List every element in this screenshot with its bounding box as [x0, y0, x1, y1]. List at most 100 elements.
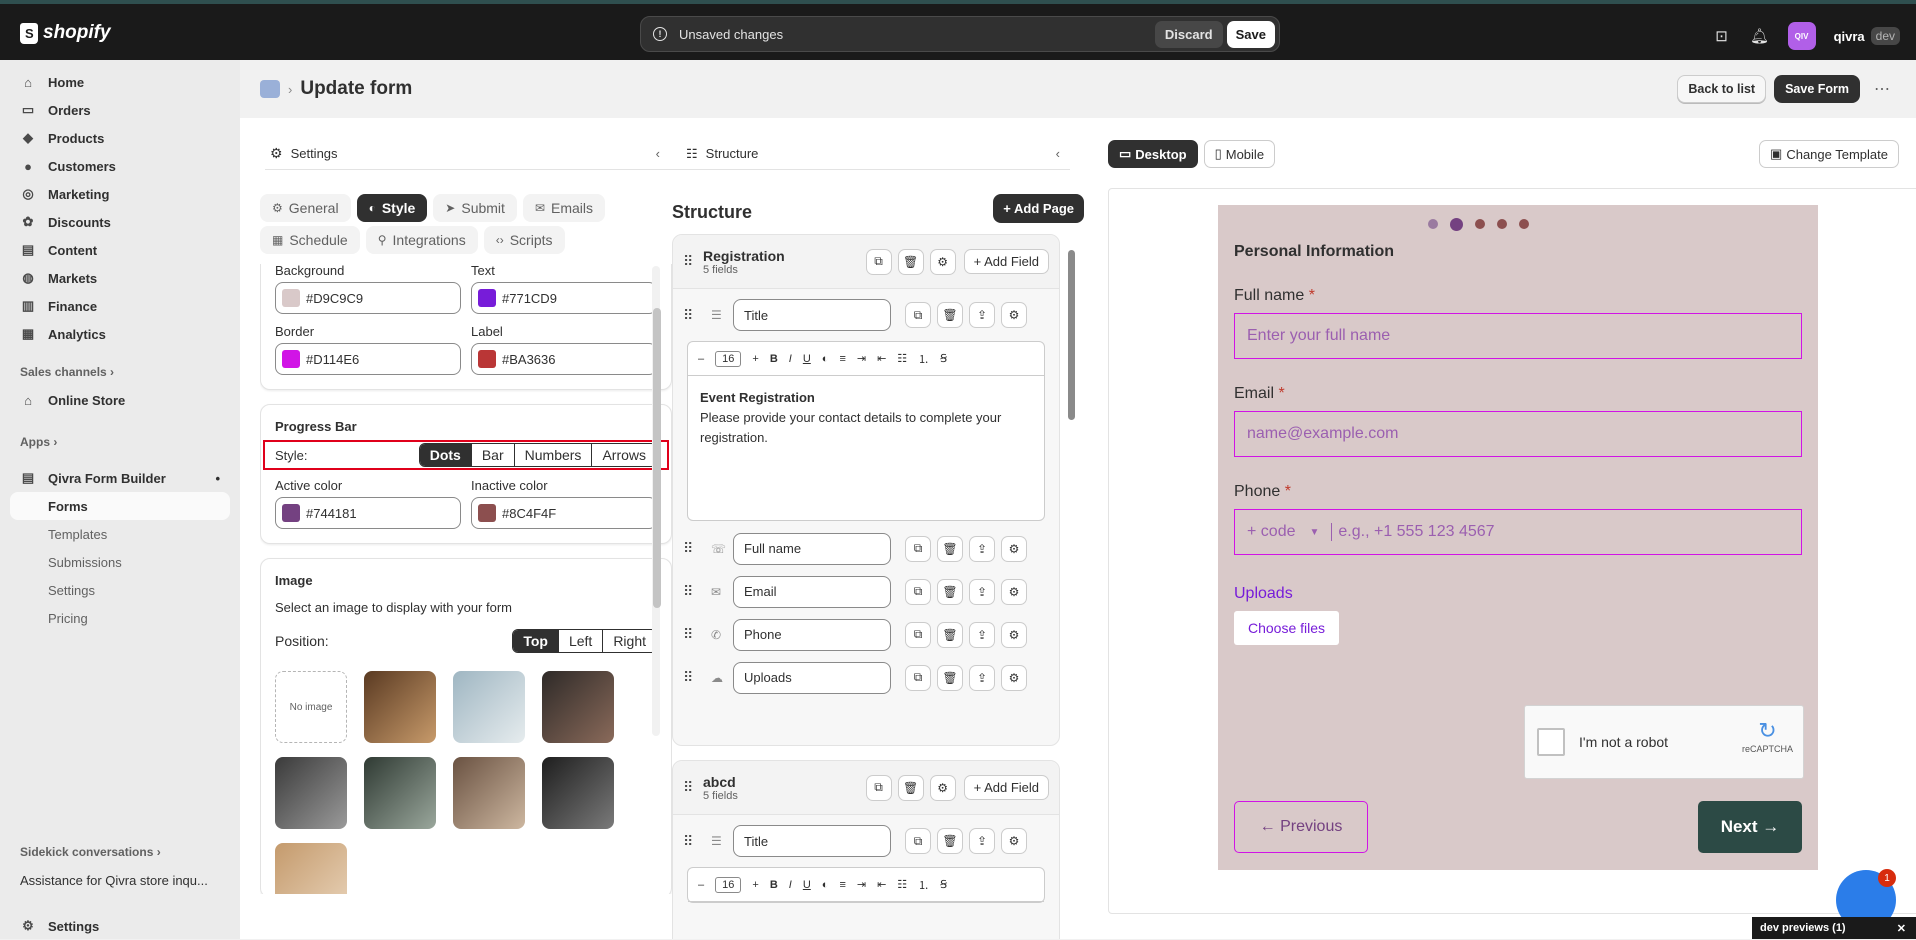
discard-button[interactable]: Discard [1154, 20, 1223, 48]
text-color-field[interactable]: #771CD9 [471, 282, 657, 314]
drag-handle-icon[interactable]: ⠿ [683, 779, 703, 796]
phone-code-select[interactable]: + code [1247, 523, 1295, 541]
field-name-input[interactable]: Email [733, 575, 891, 608]
avatar[interactable]: QIV [1787, 22, 1816, 50]
store-name[interactable]: qivra [1834, 29, 1865, 44]
delete-page-icon[interactable]: 🗑︎ [897, 248, 924, 275]
apps-header[interactable]: Apps › [10, 428, 230, 456]
font-size-increase-icon[interactable]: + [752, 353, 758, 365]
add-page-button[interactable]: + Add Page [993, 194, 1084, 223]
font-size-decrease-icon[interactable]: – [698, 879, 704, 891]
drag-handle-icon[interactable]: ⠿ [683, 253, 703, 270]
settings-scroll-thumb[interactable] [653, 308, 661, 608]
image-option-partial[interactable] [275, 843, 347, 894]
page-settings-icon[interactable]: ⚙ [929, 774, 956, 801]
drag-handle-icon[interactable]: ⠿ [683, 540, 703, 557]
duplicate-field-icon[interactable]: ⧉ [905, 621, 931, 648]
color-palette-icon[interactable]: ◐ [822, 353, 829, 365]
sidebar-item-analytics[interactable]: ▦ Analytics [10, 320, 230, 348]
duplicate-field-icon[interactable]: ⧉ [905, 828, 931, 854]
image-option-phone[interactable] [542, 757, 614, 829]
field-settings-icon[interactable]: ⚙ [1001, 621, 1027, 648]
image-option-office[interactable] [453, 671, 525, 743]
field-name-input[interactable]: Uploads [733, 661, 891, 694]
move-field-icon[interactable]: ⇪ [969, 621, 995, 648]
tab-emails[interactable]: ✉ Emails [522, 194, 606, 222]
field-name-input[interactable]: Full name [733, 532, 891, 565]
align-icon[interactable]: ≡ [839, 353, 845, 365]
shopify-logo[interactable]: shopify [20, 22, 111, 44]
drag-handle-icon[interactable]: ⠿ [683, 307, 703, 324]
sidebar-item-markets[interactable]: ◍ Markets [10, 264, 230, 292]
bullet-list-icon[interactable]: ☷ [897, 352, 907, 365]
sidekick-conversation-item[interactable]: Assistance for Qivra store inqu... [10, 866, 230, 894]
sidebar-item-products[interactable]: ◆ Products [10, 124, 230, 152]
field-name-input[interactable]: Phone [733, 618, 891, 651]
outdent-icon[interactable]: ⇤ [877, 878, 886, 891]
bold-icon[interactable]: B [770, 879, 778, 891]
structure-scroll-thumb[interactable] [1068, 250, 1075, 420]
border-swatch[interactable] [282, 350, 300, 368]
choose-files-button[interactable]: Choose files [1234, 611, 1340, 645]
delete-field-icon[interactable]: 🗑︎ [937, 578, 963, 605]
duplicate-field-icon[interactable]: ⧉ [905, 578, 931, 605]
move-field-icon[interactable]: ⇪ [969, 828, 995, 854]
add-field-button[interactable]: + Add Field [963, 775, 1049, 800]
drag-handle-icon[interactable]: ⠿ [683, 669, 703, 686]
move-field-icon[interactable]: ⇪ [969, 664, 995, 691]
tab-general[interactable]: ⚙ General [260, 194, 351, 222]
field-settings-icon[interactable]: ⚙ [1001, 535, 1027, 562]
save-button[interactable]: Save [1226, 20, 1275, 48]
sidebar-item-online-store[interactable]: ⌂ Online Store [10, 386, 230, 414]
italic-icon[interactable]: I [789, 879, 792, 891]
delete-field-icon[interactable]: 🗑︎ [937, 535, 963, 562]
progress-style-arrows[interactable]: Arrows [591, 444, 656, 466]
font-size-input[interactable]: 16 [715, 876, 742, 893]
image-position-top[interactable]: Top [513, 630, 558, 652]
image-option-corridor[interactable] [275, 757, 347, 829]
label-color-field[interactable]: #BA3636 [471, 343, 657, 375]
duplicate-field-icon[interactable]: ⧉ [905, 302, 931, 328]
field-name-input[interactable]: Title [733, 825, 891, 857]
image-option-workspace[interactable] [453, 757, 525, 829]
underline-icon[interactable]: U [803, 353, 811, 365]
indent-icon[interactable]: ⇥ [857, 352, 866, 365]
drag-handle-icon[interactable]: ⠿ [683, 833, 703, 850]
sidebar-item-customers[interactable]: ● Customers [10, 152, 230, 180]
inactive-color-field[interactable]: #8C4F4F [471, 497, 657, 529]
background-swatch[interactable] [282, 289, 300, 307]
duplicate-field-icon[interactable]: ⧉ [905, 664, 931, 691]
collapse-structure-icon[interactable]: ‹ [1056, 146, 1060, 161]
font-size-decrease-icon[interactable]: – [698, 353, 704, 365]
delete-page-icon[interactable]: 🗑︎ [897, 774, 924, 801]
active-swatch[interactable] [282, 504, 300, 522]
rich-text-editor[interactable]: – 16 + B I U ◐ ≡ ⇥ ⇤ ☷ ⒈ Ꞩ [687, 867, 1045, 903]
bold-icon[interactable]: B [770, 353, 778, 365]
indent-icon[interactable]: ⇥ [857, 878, 866, 891]
move-field-icon[interactable]: ⇪ [969, 302, 995, 328]
sales-channels-header[interactable]: Sales channels › [10, 358, 230, 386]
tab-submit[interactable]: ➤ Submit [433, 194, 517, 222]
bell-icon[interactable]: 🔔︎ [1750, 26, 1770, 46]
tab-schedule[interactable]: ▦ Schedule [260, 226, 360, 254]
align-icon[interactable]: ≡ [839, 879, 845, 891]
duplicate-page-icon[interactable]: ⧉ [865, 774, 892, 801]
image-option-coffee[interactable] [364, 671, 436, 743]
sidebar-subitem-pricing[interactable]: Pricing [10, 604, 230, 632]
field-settings-icon[interactable]: ⚙ [1001, 828, 1027, 854]
font-size-increase-icon[interactable]: + [752, 879, 758, 891]
desktop-toggle[interactable]: ▭ Desktop [1108, 140, 1198, 168]
drag-handle-icon[interactable]: ⠿ [683, 583, 703, 600]
numbered-list-icon[interactable]: ⒈ [918, 351, 929, 367]
save-form-button[interactable]: Save Form [1774, 75, 1860, 103]
move-field-icon[interactable]: ⇪ [969, 578, 995, 605]
delete-field-icon[interactable]: 🗑︎ [937, 621, 963, 648]
collapse-settings-icon[interactable]: ‹ [656, 146, 660, 161]
close-icon[interactable]: ✕ [1897, 922, 1906, 935]
field-settings-icon[interactable]: ⚙ [1001, 664, 1027, 691]
recaptcha-checkbox[interactable] [1537, 728, 1565, 756]
progress-style-bar[interactable]: Bar [470, 444, 514, 466]
font-size-input[interactable]: 16 [715, 350, 742, 367]
back-to-list-button[interactable]: Back to list [1677, 75, 1767, 103]
sidebar-subitem-forms[interactable]: Forms [10, 492, 230, 520]
